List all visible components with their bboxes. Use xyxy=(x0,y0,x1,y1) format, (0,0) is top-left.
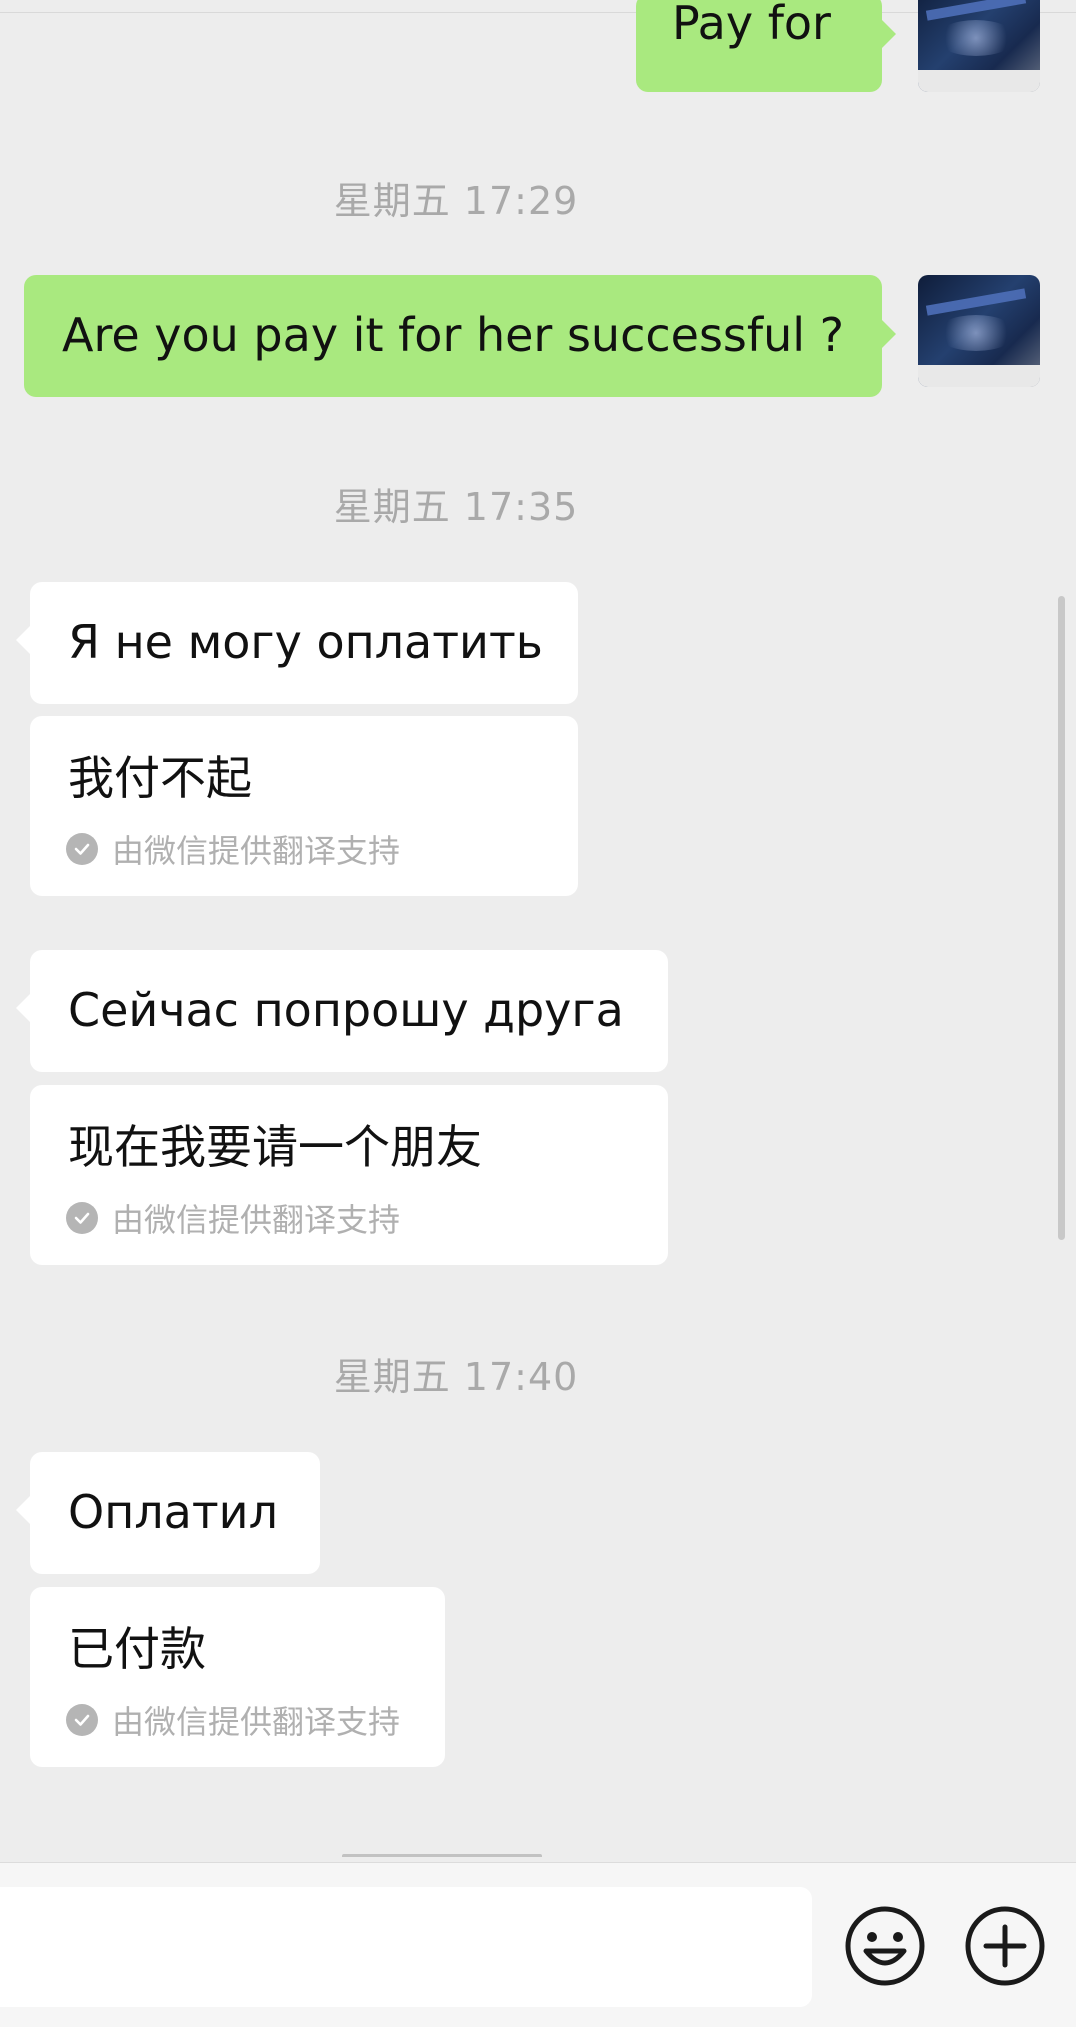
top-divider xyxy=(0,0,1076,13)
timestamp: 星期五 17:35 xyxy=(333,485,579,529)
message-text: Сейчас попрошу друга xyxy=(68,983,624,1037)
message-text: Я не могу оплатить xyxy=(68,615,543,669)
translation-note: 由微信提供翻译支持 xyxy=(66,1697,400,1743)
check-circle-icon xyxy=(66,1202,98,1234)
translation-text: 已付款 xyxy=(68,1622,206,1676)
sent-message-bubble[interactable]: Pay for xyxy=(636,0,882,92)
check-circle-icon xyxy=(66,1704,98,1736)
emoji-button[interactable] xyxy=(844,1905,926,1987)
received-message-bubble[interactable]: Я не могу оплатить xyxy=(30,582,578,704)
translation-note: 由微信提供翻译支持 xyxy=(66,826,400,872)
check-circle-icon xyxy=(66,833,98,865)
received-message-bubble[interactable]: Оплатил xyxy=(30,1452,320,1574)
bubble-tail xyxy=(16,1496,30,1524)
translation-note-label: 由微信提供翻译支持 xyxy=(112,832,401,870)
translation-bubble[interactable]: 现在我要请一个朋友 由微信提供翻译支持 xyxy=(30,1085,668,1265)
user-avatar[interactable] xyxy=(918,0,1040,92)
sent-message-bubble[interactable]: Are you pay it for her successful ? xyxy=(24,275,882,397)
plus-icon xyxy=(965,1906,1045,1986)
chat-area[interactable]: Pay for 星期五 17:29 Are you pay it for her… xyxy=(0,0,1076,1862)
timestamp: 星期五 17:40 xyxy=(333,1355,579,1399)
translation-text: 现在我要请一个朋友 xyxy=(68,1120,482,1174)
plus-button[interactable] xyxy=(964,1905,1046,1987)
translation-bubble[interactable]: 我付不起 由微信提供翻译支持 xyxy=(30,716,578,896)
message-input[interactable] xyxy=(0,1887,812,2007)
bubble-tail xyxy=(16,626,30,654)
input-bar xyxy=(0,1862,1076,2027)
timestamp: 星期五 17:29 xyxy=(333,179,579,223)
timestamp-partial xyxy=(334,1848,574,1860)
translation-note-label: 由微信提供翻译支持 xyxy=(112,1703,401,1741)
message-text: Pay for xyxy=(672,0,831,50)
emoji-icon xyxy=(845,1906,925,1986)
bubble-tail xyxy=(882,320,896,348)
bubble-tail xyxy=(882,20,896,48)
translation-bubble[interactable]: 已付款 由微信提供翻译支持 xyxy=(30,1587,445,1767)
message-text: Оплатил xyxy=(68,1485,278,1539)
received-message-bubble[interactable]: Сейчас попрошу друга xyxy=(30,950,668,1072)
translation-text: 我付不起 xyxy=(68,751,252,805)
bubble-tail xyxy=(16,994,30,1022)
user-avatar[interactable] xyxy=(918,275,1040,387)
translation-note-label: 由微信提供翻译支持 xyxy=(112,1201,401,1239)
message-text: Are you pay it for her successful ? xyxy=(62,308,845,362)
translation-note: 由微信提供翻译支持 xyxy=(66,1195,400,1241)
scrollbar[interactable] xyxy=(1058,596,1065,1240)
